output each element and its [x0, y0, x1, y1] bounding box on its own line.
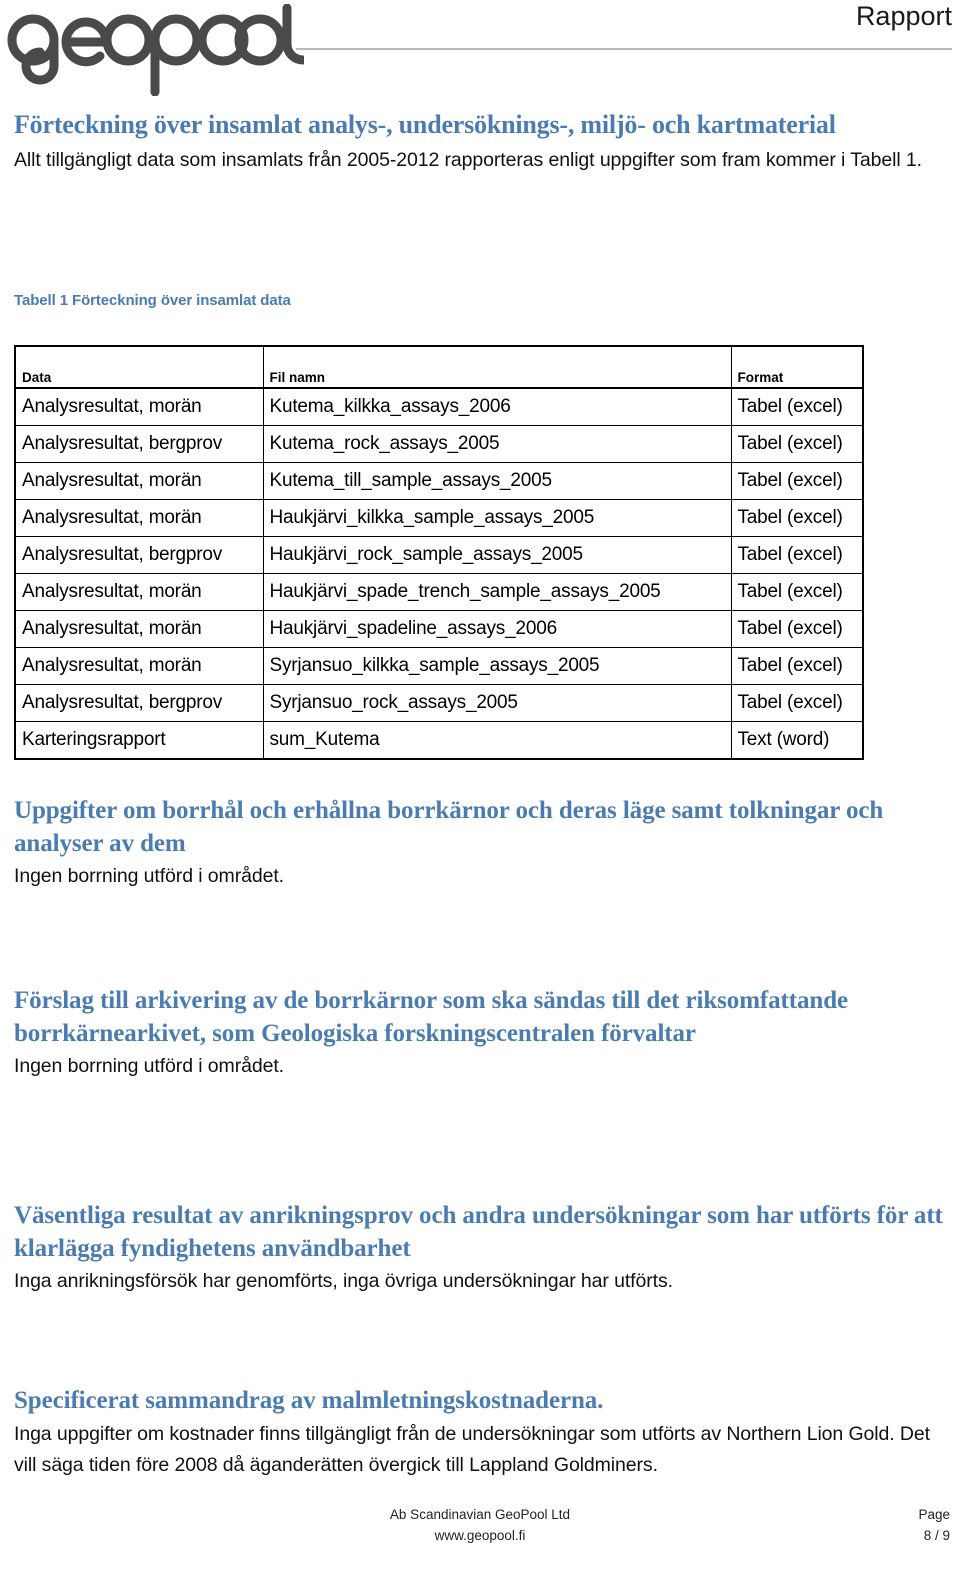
intro-block: Förteckning över insamlat analys-, under…: [14, 110, 944, 176]
table-row: Analysresultat, morän Kutema_kilkka_assay…: [14, 387, 864, 426]
cell-format: Tabel (excel): [730, 610, 864, 648]
table-body: Analysresultat, morän Kutema_kilkka_assay…: [14, 387, 864, 760]
data-table-container: Data Fil namn Format Analysresultat, mor…: [14, 345, 864, 760]
footer-page-label: Page: [918, 1507, 950, 1522]
section-forslag-body: Ingen borrning utförd i området.: [14, 1055, 284, 1077]
page-footer: Ab Scandinavian GeoPool Ltd www.geopool.…: [0, 1505, 960, 1573]
footer-pagination-block: Page 8 / 9: [918, 1505, 950, 1547]
cell-format: Tabel (excel): [730, 387, 864, 426]
cell-data: Karteringsrapport: [14, 721, 264, 760]
cell-filename: Haukjärvi_kilkka_sample_assays_2005: [262, 499, 732, 537]
cell-filename: Kutema_rock_assays_2005: [262, 425, 732, 463]
cell-format: Text (word): [730, 721, 864, 760]
cell-format: Tabel (excel): [730, 499, 864, 537]
page-header: Rapport: [0, 0, 960, 100]
section-borrhal-body: Ingen borrning utförd i området.: [14, 865, 284, 887]
cell-filename: Haukjärvi_rock_sample_assays_2005: [262, 536, 732, 574]
cell-data: Analysresultat, bergprov: [14, 536, 264, 574]
section-resultat: Väsentliga resultat av anrikningsprov oc…: [14, 1200, 944, 1298]
footer-website: www.geopool.fi: [434, 1527, 526, 1543]
table-header-row: Data Fil namn Format: [14, 345, 864, 389]
cell-data: Analysresultat, bergprov: [14, 684, 264, 722]
table-row: Analysresultat, morän Kutema_till_sample_…: [14, 462, 864, 500]
column-header-data: Data: [14, 345, 264, 389]
cell-data: Analysresultat, bergprov: [14, 425, 264, 463]
cell-format: Tabel (excel): [730, 573, 864, 611]
table-row: Analysresultat, morän Haukjärvi_spadeline…: [14, 610, 864, 648]
section-kostnader-heading: Specificerat sammandrag av malmletningsk…: [14, 1387, 604, 1414]
cell-data: Analysresultat, morän: [14, 610, 264, 648]
cell-data: Analysresultat, morän: [14, 647, 264, 685]
section-resultat-body: Inga anrikningsförsök har genomförts, in…: [14, 1270, 673, 1292]
document-page: Rapport Förteckning över insamlat analys…: [0, 0, 960, 1573]
table-caption: Tabell 1 Förteckning över insamlat data: [14, 292, 291, 309]
cell-format: Tabel (excel): [730, 647, 864, 685]
cell-filename: Kutema_till_sample_assays_2005: [262, 462, 732, 500]
header-divider-rule: [296, 48, 952, 50]
section-resultat-heading: Väsentliga resultat av anrikningsprov oc…: [14, 1202, 943, 1262]
section-borrhal: Uppgifter om borrhål och erhållna borrkä…: [14, 795, 944, 893]
cell-data: Analysresultat, morän: [14, 387, 264, 426]
cell-data: Analysresultat, morän: [14, 499, 264, 537]
section-forslag-heading: Förslag till arkivering av de borrkärnor…: [14, 987, 849, 1047]
document-type-label: Rapport: [855, 1, 952, 31]
table-row: Analysresultat, morän Haukjärvi_spade_tre…: [14, 573, 864, 611]
section-kostnader-body: Inga uppgifter om kostnader finns tillgä…: [14, 1422, 930, 1477]
column-header-filename: Fil namn: [262, 345, 732, 389]
cell-filename: Haukjärvi_spade_trench_sample_assays_200…: [262, 573, 732, 611]
page-title: Förteckning över insamlat analys-, under…: [14, 110, 836, 139]
table-row: Analysresultat, bergprov Kutema_rock_assa…: [14, 425, 864, 463]
cell-format: Tabel (excel): [730, 684, 864, 722]
table-row: Analysresultat, bergprov Haukjärvi_rock_s…: [14, 536, 864, 574]
table-row: Analysresultat, morän Haukjärvi_kilkka_sa…: [14, 499, 864, 537]
cell-data: Analysresultat, morän: [14, 462, 264, 500]
collected-data-table: Data Fil namn Format Analysresultat, mor…: [14, 345, 864, 760]
footer-company-name: Ab Scandinavian GeoPool Ltd: [389, 1507, 571, 1522]
geopool-logo: [4, 3, 308, 97]
section-kostnader: Specificerat sammandrag av malmletningsk…: [14, 1385, 944, 1482]
column-header-format: Format: [730, 345, 864, 389]
table-row: Analysresultat, bergprov Syrjansuo_rock_a…: [14, 684, 864, 722]
footer-page-number: 8 / 9: [923, 1527, 950, 1543]
cell-filename: Syrjansuo_rock_assays_2005: [262, 684, 732, 722]
cell-filename: sum_Kutema: [262, 721, 732, 760]
cell-filename: Kutema_kilkka_assays_2006: [262, 387, 732, 426]
geopool-logo-mark: [7, 3, 308, 97]
section-borrhal-heading: Uppgifter om borrhål och erhållna borrkä…: [14, 797, 884, 857]
cell-data: Analysresultat, morän: [14, 573, 264, 611]
cell-format: Tabel (excel): [730, 425, 864, 463]
table-row: Karteringsrapport sum_Kutema Text (word): [14, 721, 864, 760]
cell-format: Tabel (excel): [730, 536, 864, 574]
table-header: Data Fil namn Format: [14, 345, 864, 389]
table-row: Analysresultat, morän Syrjansuo_kilkka_sa…: [14, 647, 864, 685]
cell-filename: Haukjärvi_spadeline_assays_2006: [262, 610, 732, 648]
intro-paragraph: Allt tillgängligt data som insamlats frå…: [14, 148, 922, 171]
cell-filename: Syrjansuo_kilkka_sample_assays_2005: [262, 647, 732, 685]
footer-company-block: Ab Scandinavian GeoPool Ltd www.geopool.…: [0, 1505, 960, 1547]
section-forslag: Förslag till arkivering av de borrkärnor…: [14, 985, 944, 1083]
cell-format: Tabel (excel): [730, 462, 864, 500]
